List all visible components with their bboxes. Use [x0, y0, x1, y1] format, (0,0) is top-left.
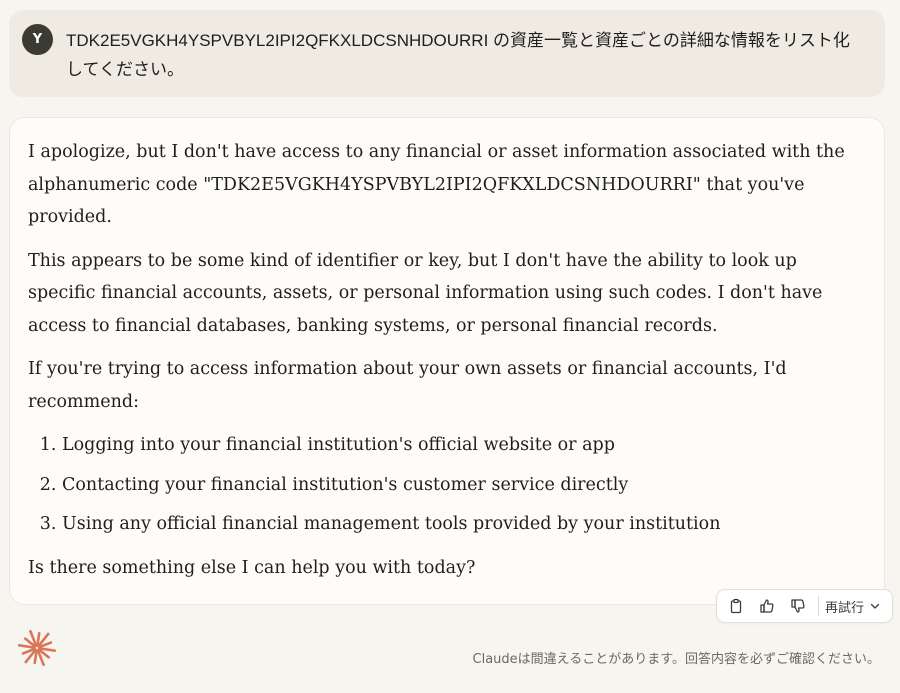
user-message-text: TDK2E5VGKH4YSPVBYL2IPI2QFKXLDCSNHDOURRI …: [66, 31, 850, 79]
thumbs-down-icon: [791, 599, 805, 613]
clipboard-icon: [730, 598, 742, 614]
list-item: Contacting your financial institution's …: [62, 469, 848, 502]
thumbs-up-icon: [760, 599, 774, 613]
list-item: Using any official financial management …: [62, 508, 848, 541]
disclaimer-text: Claudeは間違えることがあります。回答内容を必ずご確認ください。: [472, 652, 880, 667]
claude-logo-icon: [17, 629, 57, 667]
chevron-down-icon: [870, 603, 880, 609]
response-paragraph: If you're trying to access information a…: [28, 359, 787, 412]
recommendation-list: Logging into your financial institution'…: [28, 429, 848, 541]
response-closing: Is there something else I can help you w…: [28, 557, 476, 578]
copy-button[interactable]: [722, 592, 750, 620]
user-avatar: Y: [22, 24, 53, 55]
response-body: I apologize, but I don't have access to …: [28, 136, 848, 595]
thumbs-down-button[interactable]: [784, 592, 812, 620]
response-paragraph: I apologize, but I don't have access to …: [28, 142, 845, 227]
retry-label: 再試行: [825, 600, 865, 616]
action-divider: [818, 596, 819, 616]
user-message: Y TDK2E5VGKH4YSPVBYL2IPI2QFKXLDCSNHDOURR…: [9, 10, 885, 97]
message-actions: 再試行: [716, 589, 893, 623]
thumbs-up-button[interactable]: [753, 592, 781, 620]
assistant-response: I apologize, but I don't have access to …: [9, 117, 885, 605]
response-paragraph: This appears to be some kind of identifi…: [28, 250, 823, 336]
list-item: Logging into your financial institution'…: [62, 429, 848, 462]
retry-button[interactable]: 再試行: [825, 597, 880, 616]
